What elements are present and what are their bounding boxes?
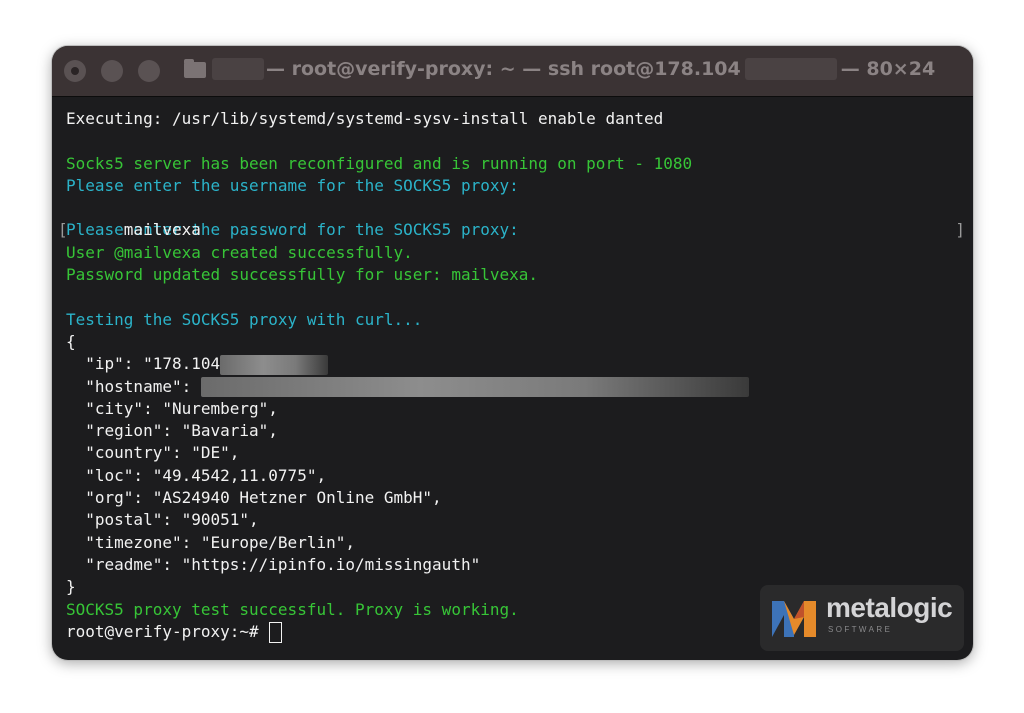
terminal-line: Password updated successfully for user: …	[66, 265, 539, 285]
terminal-line: Socks5 server has been reconfigured and …	[66, 153, 693, 173]
terminal-line: "region": "Bavaria",	[66, 421, 278, 441]
redacted-ip	[220, 354, 329, 375]
window-title-prefix: — root@verify-proxy: ~ — ssh root@178.10…	[266, 58, 741, 80]
shell-prompt: root@verify-proxy:~#	[66, 621, 269, 641]
maximize-button[interactable]	[138, 60, 160, 82]
terminal-line: "country": "DE",	[66, 443, 240, 463]
terminal-line: "postal": "90051",	[66, 510, 259, 530]
terminal-line: {	[66, 331, 76, 351]
json-hostname-text: "hostname":	[66, 376, 201, 396]
redacted-title-text	[212, 58, 264, 80]
watermark-subtitle: SOFTWARE	[828, 625, 893, 634]
terminal-line: Executing: /usr/lib/systemd/systemd-sysv…	[66, 109, 664, 128]
terminal-line: Testing the SOCKS5 proxy with curl...	[66, 309, 423, 329]
window-title: — root@verify-proxy: ~ — ssh root@178.10…	[212, 58, 935, 80]
watermark-logo: metalogic SOFTWARE	[760, 585, 964, 651]
terminal-line: "loc": "49.4542,11.0775",	[66, 465, 327, 485]
terminal-line: "org": "AS24940 Hetzner Online GmbH",	[66, 488, 442, 508]
redacted-hostname	[200, 377, 749, 398]
metalogic-logo-icon	[772, 601, 816, 637]
watermark-name: metalogic	[826, 592, 953, 623]
input-bracket-right: ]	[955, 220, 965, 240]
json-ip-line: "ip": "178.104	[66, 353, 959, 375]
terminal-output[interactable]: Executing: /usr/lib/systemd/systemd-sysv…	[58, 108, 965, 660]
json-ip-text: "ip": "178.104	[66, 354, 221, 374]
window-title-suffix: — 80×24	[840, 58, 936, 80]
terminal-line: Please enter the username for the SOCKS5…	[66, 175, 519, 195]
username-input-line: [ mailvexa]	[58, 197, 965, 239]
text-cursor	[269, 621, 283, 643]
terminal-line: "readme": "https://ipinfo.io/missingauth…	[66, 554, 481, 574]
redacted-title-ip	[744, 58, 837, 80]
username-input-text: mailvexa	[123, 220, 201, 240]
close-button[interactable]	[64, 60, 86, 82]
folder-icon	[184, 59, 206, 78]
terminal-line: "timezone": "Europe/Berlin",	[66, 532, 355, 552]
terminal-line: "city": "Nuremberg",	[66, 398, 278, 418]
title-bar[interactable]: — root@verify-proxy: ~ — ssh root@178.10…	[52, 46, 973, 97]
terminal-line: User @mailvexa created successfully.	[66, 242, 413, 262]
minimize-button[interactable]	[101, 60, 123, 82]
input-bracket-left: [	[58, 220, 68, 240]
json-hostname-line: "hostname":	[66, 376, 959, 398]
terminal-window: — root@verify-proxy: ~ — ssh root@178.10…	[52, 46, 973, 660]
